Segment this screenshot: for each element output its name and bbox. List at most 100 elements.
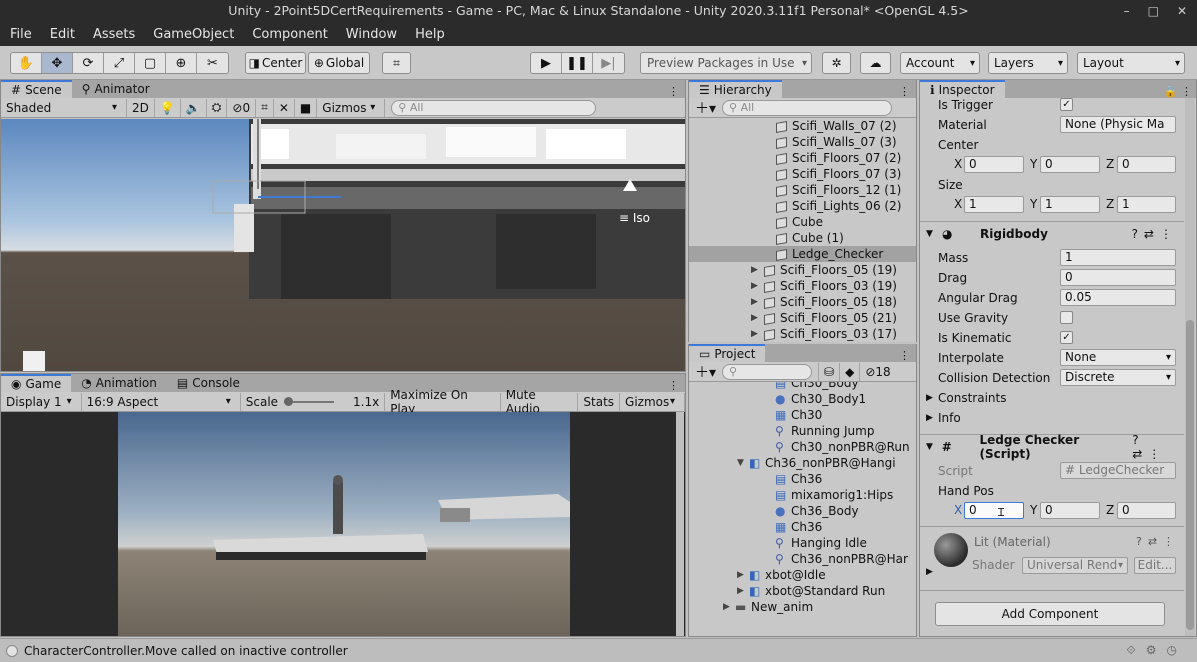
foldout-arrow-icon[interactable]: ▶ (737, 586, 749, 596)
panel-menu-icon[interactable]: ⋮ (668, 85, 685, 98)
hierarchy-item[interactable]: Scifi_Floors_07 (2) (689, 150, 916, 166)
hierarchy-item[interactable]: ▶ Scifi_Floors_03 (19) (689, 278, 916, 294)
scrollbar-thumb[interactable] (1186, 320, 1194, 630)
hierarchy-item[interactable]: ▶ Scifi_Floors_05 (19) (689, 262, 916, 278)
rotate-tool-icon[interactable]: ⟳ (73, 53, 104, 73)
preview-packages-dropdown[interactable]: Preview Packages in Use (640, 52, 812, 74)
custom-tool-icon[interactable]: ✂ (197, 53, 228, 73)
project-item[interactable]: ⚲ Ch30_nonPBR@Run (689, 439, 916, 455)
transform-tool-icon[interactable]: ⊕ (166, 53, 197, 73)
project-item[interactable]: ▤ mixamorig1:Hips (689, 487, 916, 503)
ledge-checker-header[interactable]: ▼ # Ledge Checker (Script) ?⇄⋮ (920, 433, 1184, 461)
close-icon[interactable]: ✕ (1177, 0, 1187, 22)
scene-search-input[interactable]: ⚲ All (391, 99, 597, 116)
center-x-field[interactable]: 0 (964, 156, 1024, 173)
menu-help[interactable]: Help (405, 27, 453, 42)
foldout-arrow-icon[interactable]: ▶ (751, 313, 763, 323)
project-item[interactable]: ▶ ◧ xbot@Idle (689, 567, 916, 583)
foldout-arrow-icon[interactable]: ▶ (751, 329, 763, 339)
hand-pos-y-field[interactable]: 0 (1040, 502, 1100, 519)
game-scrollbar[interactable] (676, 412, 684, 636)
move-tool-icon[interactable]: ✥ (42, 53, 73, 73)
project-item[interactable]: ⚲ Running Jump (689, 423, 916, 439)
rect-tool-icon[interactable]: ▢ (135, 53, 166, 73)
minimize-icon[interactable]: – (1124, 0, 1130, 22)
rigidbody-header[interactable]: ▼ ◕ Rigidbody ?⇄⋮ (920, 221, 1184, 245)
status-bar[interactable]: CharacterController.Move called on inact… (0, 638, 1197, 662)
size-y-field[interactable]: 1 (1040, 196, 1100, 213)
shader-edit-button[interactable]: Edit... (1134, 557, 1176, 574)
tab-game[interactable]: ◉ Game (1, 374, 72, 392)
project-search-input[interactable]: ⚲ (722, 363, 813, 380)
grid-snap-icon[interactable]: ⌗ (382, 52, 411, 74)
project-item[interactable]: ● Ch30_Body1 (689, 391, 916, 407)
foldout-arrow-icon[interactable]: ▼ (926, 229, 940, 239)
hierarchy-item[interactable]: ▶ Scifi_Floors_03 (17) (689, 326, 916, 342)
hierarchy-item[interactable]: Scifi_Floors_12 (1) (689, 182, 916, 198)
component-actions-icon[interactable]: ?⇄⋮ (1136, 535, 1180, 548)
foldout-arrow-icon[interactable]: ▶ (751, 265, 763, 275)
hand-tool-icon[interactable]: ✋ (11, 53, 42, 73)
game-gizmos-dropdown[interactable]: Gizmos (620, 392, 685, 411)
scene-gizmos-dropdown[interactable]: Gizmos (317, 98, 386, 117)
tools-icon[interactable]: ✕ (274, 98, 295, 117)
menu-edit[interactable]: Edit (40, 27, 83, 42)
pivot-center-button[interactable]: ◨ Center (245, 52, 306, 74)
aspect-dropdown[interactable]: 16:9 Aspect (82, 392, 241, 411)
hierarchy-item[interactable]: ▶ Scifi_Floors_05 (18) (689, 294, 916, 310)
tab-animator[interactable]: ⚲ Animator (72, 80, 160, 98)
tab-animation[interactable]: ◔ Animation (71, 374, 167, 392)
shader-dropdown[interactable]: Universal Rend (1022, 557, 1128, 574)
foldout-arrow-icon[interactable]: ▶ (751, 281, 763, 291)
project-item[interactable]: ▶ ▬ New_anim (689, 599, 916, 615)
hierarchy-item[interactable]: ▶ Scifi_Floors_05 (21) (689, 310, 916, 326)
pivot-global-button[interactable]: ⊕ Global (308, 52, 370, 74)
foldout-arrow-icon[interactable]: ▼ (737, 458, 749, 468)
shading-mode-dropdown[interactable]: Shaded (1, 98, 127, 117)
add-icon[interactable]: ＋▾ (689, 362, 722, 382)
component-actions-icon[interactable]: ?⇄⋮ (1132, 433, 1178, 461)
hierarchy-search-input[interactable]: ⚲ All (722, 99, 893, 116)
hierarchy-item[interactable]: Scifi_Walls_07 (3) (689, 134, 916, 150)
center-y-field[interactable]: 0 (1040, 156, 1100, 173)
add-component-button[interactable]: Add Component (935, 602, 1165, 626)
menu-assets[interactable]: Assets (83, 27, 143, 42)
project-item[interactable]: ▼ ◧ Ch36_nonPBR@Hangi (689, 455, 916, 471)
tab-hierarchy[interactable]: ☰ Hierarchy (689, 80, 782, 98)
project-item[interactable]: ⚲ Hanging Idle (689, 535, 916, 551)
maximize-icon[interactable]: □ (1148, 0, 1159, 22)
hidden-packages-toggle[interactable]: ⊘ 18 (860, 363, 895, 381)
hierarchy-item[interactable]: Scifi_Floors_07 (3) (689, 166, 916, 182)
mass-field[interactable]: 1 (1060, 249, 1176, 266)
account-dropdown[interactable]: Account (900, 52, 980, 74)
lock-icon[interactable]: 🔒 ⋮ (1164, 85, 1196, 98)
constraints-foldout[interactable]: ▶ Constraints (926, 389, 1006, 407)
collision-detection-dropdown[interactable]: Discrete (1060, 369, 1176, 386)
iso-label[interactable]: ≡ Iso (619, 211, 650, 225)
is-trigger-checkbox[interactable]: ✓ (1060, 98, 1073, 111)
project-item[interactable]: ● Ch36_Body (689, 503, 916, 519)
menu-window[interactable]: Window (336, 27, 405, 42)
panel-menu-icon[interactable]: ⋮ (668, 379, 685, 392)
panel-menu-icon[interactable]: ⋮ (899, 349, 916, 362)
foldout-arrow-icon[interactable]: ▶ (926, 567, 933, 577)
tab-scene[interactable]: # Scene (1, 80, 72, 98)
grid-icon[interactable]: ⌗ (256, 98, 274, 117)
project-item[interactable]: ▤ Ch30_Body (689, 382, 916, 391)
lighting-icon[interactable]: 💡 (155, 98, 181, 117)
2d-toggle[interactable]: 2D (127, 98, 155, 117)
hierarchy-item[interactable]: Cube (689, 214, 916, 230)
center-z-field[interactable]: 0 (1117, 156, 1176, 173)
scale-slider[interactable]: Scale 1.1x (241, 392, 386, 411)
size-x-field[interactable]: 1 (964, 196, 1024, 213)
project-item[interactable]: ▦ Ch36 (689, 519, 916, 535)
settings-icon[interactable]: ✲ (822, 52, 851, 74)
audio-icon[interactable]: 🔈 (181, 98, 207, 117)
interpolate-dropdown[interactable]: None (1060, 349, 1176, 366)
foldout-arrow-icon[interactable]: ▶ (751, 297, 763, 307)
menu-component[interactable]: Component (242, 27, 335, 42)
info-foldout[interactable]: ▶ Info (926, 409, 961, 427)
stats-toggle[interactable]: Stats (578, 392, 621, 411)
scale-tool-icon[interactable]: ⤢ (104, 53, 135, 73)
component-actions-icon[interactable]: ?⇄⋮ (1132, 227, 1178, 241)
